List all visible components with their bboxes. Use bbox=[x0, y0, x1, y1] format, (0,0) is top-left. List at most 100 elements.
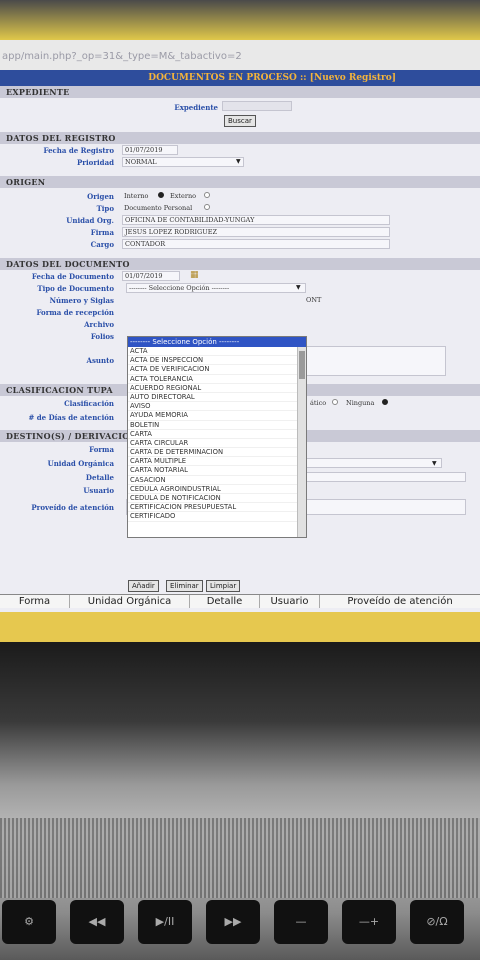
archivo-label: Archivo bbox=[84, 320, 114, 329]
dropdown-option[interactable]: AYUDA MEMORIA bbox=[128, 411, 298, 421]
dropdown-option[interactable]: CERTIFICACION PRESUPUESTAL bbox=[128, 503, 298, 513]
origen-label: Origen bbox=[87, 192, 114, 201]
tipo-origen-label: Tipo bbox=[96, 204, 114, 213]
fecha-registro-label: Fecha de Registro bbox=[43, 146, 114, 155]
dropdown-option[interactable]: ACUERDO REGIONAL bbox=[128, 384, 298, 393]
chevron-down-icon: ▼ bbox=[296, 284, 301, 291]
cargo-field[interactable]: CONTADOR bbox=[122, 239, 390, 249]
keyboard-key: ▶/II bbox=[138, 900, 192, 944]
tipo-origen-value: Documento Personal bbox=[124, 204, 193, 212]
remove-button[interactable]: Eliminar bbox=[166, 580, 203, 592]
column-unidad-organica: Unidad Orgánica bbox=[70, 595, 190, 608]
keyboard-function-row: ⚙ ◀◀ ▶/II ▶▶ — —+ ⊘/Ω bbox=[0, 900, 480, 960]
ninguna-radio[interactable] bbox=[382, 399, 388, 405]
ninguna-label: Ninguna bbox=[346, 399, 375, 407]
tipo-documento-select[interactable]: -------- Seleccione Opción -------- bbox=[126, 283, 306, 293]
destino-proveido-label: Proveído de atención bbox=[31, 503, 114, 512]
browser-screen: app/main.php?_op=31&_type=M&_tabactivo=2… bbox=[0, 40, 480, 612]
fecha-documento-row: Fecha de Documento 01/07/2019 ▦ bbox=[0, 270, 480, 282]
interno-radio[interactable] bbox=[158, 192, 164, 198]
prioridad-select[interactable]: NORMAL bbox=[122, 157, 244, 167]
automatico-label: ático bbox=[310, 399, 327, 407]
tipo-documento-row: Tipo de Documento -------- Seleccione Op… bbox=[0, 282, 480, 294]
dropdown-scrollbar[interactable] bbox=[297, 347, 306, 537]
dropdown-option[interactable]: CERTIFICADO bbox=[128, 512, 298, 522]
interno-label: Interno bbox=[124, 192, 149, 200]
dropdown-option[interactable]: CEDULA DE NOTIFICACION bbox=[128, 494, 298, 504]
speaker-grille bbox=[0, 818, 480, 898]
dropdown-options: ACTA ACTA DE INSPECCION ACTA DE VERIFICACI… bbox=[128, 347, 298, 522]
externo-radio[interactable] bbox=[204, 192, 210, 198]
numero-row: Número y Siglas ONT bbox=[0, 294, 480, 306]
keyboard-key: ⊘/Ω bbox=[410, 900, 464, 944]
expediente-row: Expediente bbox=[0, 98, 480, 114]
dropdown-option[interactable]: CARTA MULTIPLE bbox=[128, 457, 298, 467]
dropdown-option[interactable]: BOLETIN bbox=[128, 421, 298, 430]
forma-recepcion-label: Forma de recepción bbox=[36, 308, 114, 317]
fecha-registro-row: Fecha de Registro 01/07/2019 bbox=[0, 144, 480, 156]
asunto-textarea[interactable] bbox=[300, 346, 446, 376]
tipo-documento-label: Tipo de Documento bbox=[37, 284, 114, 293]
firma-field[interactable]: JESUS LOPEZ RODRIGUEZ bbox=[122, 227, 390, 237]
calendar-icon[interactable]: ▦ bbox=[190, 270, 199, 280]
firma-label: Firma bbox=[90, 228, 114, 237]
section-origen: ORIGEN bbox=[0, 176, 480, 188]
dias-label: # de Días de atención bbox=[28, 413, 114, 422]
dropdown-option[interactable]: CARTA NOTARIAL bbox=[128, 466, 298, 476]
column-usuario: Usuario bbox=[260, 595, 320, 608]
fecha-registro-field[interactable]: 01/07/2019 bbox=[122, 145, 178, 155]
unidad-org-label: Unidad Org. bbox=[66, 216, 114, 225]
keyboard-key: ◀◀ bbox=[70, 900, 124, 944]
clasificacion-label: Clasificación bbox=[64, 399, 114, 408]
tipo-checkbox[interactable] bbox=[204, 204, 210, 210]
section-expediente: EXPEDIENTE bbox=[0, 86, 480, 98]
dropdown-option[interactable]: ACTA DE VERIFICACION bbox=[128, 365, 298, 375]
dropdown-option[interactable]: ACTA bbox=[128, 347, 298, 357]
unidad-org-row: Unidad Org. OFICINA DE CONTABILIDAD-YUNG… bbox=[0, 214, 480, 226]
tipo-documento-dropdown[interactable]: -------- Seleccione Opción -------- ACTA… bbox=[127, 336, 307, 538]
dropdown-option[interactable]: ACTA TOLERANCIA bbox=[128, 375, 298, 384]
chevron-down-icon: ▼ bbox=[432, 460, 437, 467]
section-registro: DATOS DEL REGISTRO bbox=[0, 132, 480, 144]
prioridad-label: Prioridad bbox=[77, 158, 114, 167]
automatico-radio[interactable] bbox=[332, 399, 338, 405]
column-detalle: Detalle bbox=[190, 595, 260, 608]
expediente-label: Expediente bbox=[174, 103, 218, 112]
page-title: DOCUMENTOS EN PROCESO :: [Nuevo Registro… bbox=[0, 70, 480, 86]
photo-background-top bbox=[0, 0, 480, 40]
destino-unidad-select[interactable] bbox=[306, 458, 442, 468]
fecha-documento-label: Fecha de Documento bbox=[31, 272, 114, 281]
dropdown-option[interactable]: CEDULA AGROINDUSTRIAL bbox=[128, 485, 298, 494]
clear-button[interactable]: Limpiar bbox=[206, 580, 241, 592]
dropdown-option[interactable]: CARTA bbox=[128, 430, 298, 439]
archivo-row: Archivo bbox=[0, 318, 480, 330]
add-button[interactable]: Añadir bbox=[128, 580, 159, 592]
expediente-input[interactable] bbox=[222, 101, 292, 111]
dropdown-option[interactable]: CASACION bbox=[128, 476, 298, 485]
tipo-origen-row: Tipo Documento Personal bbox=[0, 202, 480, 214]
numero-label: Número y Siglas bbox=[49, 296, 114, 305]
unidad-org-field[interactable]: OFICINA DE CONTABILIDAD-YUNGAY bbox=[122, 215, 390, 225]
keyboard-key: —+ bbox=[342, 900, 396, 944]
origen-row: Origen Interno Externo bbox=[0, 188, 480, 202]
destino-detalle-input[interactable] bbox=[306, 472, 466, 482]
asunto-label: Asunto bbox=[86, 356, 114, 365]
column-forma: Forma bbox=[0, 595, 70, 608]
dropdown-option[interactable]: ACTA DE INSPECCION bbox=[128, 356, 298, 366]
dropdown-selected-option[interactable]: -------- Seleccione Opción -------- bbox=[128, 337, 306, 347]
dropdown-option[interactable]: CARTA CIRCULAR bbox=[128, 439, 298, 449]
dropdown-option[interactable]: CARTA DE DETERMINACION bbox=[128, 448, 298, 458]
keyboard-key: — bbox=[274, 900, 328, 944]
firma-row: Firma JESUS LOPEZ RODRIGUEZ bbox=[0, 226, 480, 238]
numero-suffix: ONT bbox=[306, 296, 322, 304]
dropdown-option[interactable]: AVISO bbox=[128, 402, 298, 412]
fecha-documento-field[interactable]: 01/07/2019 bbox=[122, 271, 180, 281]
destino-detalle-label: Detalle bbox=[85, 473, 114, 482]
url-bar[interactable]: app/main.php?_op=31&_type=M&_tabactivo=2 bbox=[0, 40, 480, 70]
buscar-button[interactable]: Buscar bbox=[224, 115, 256, 127]
forma-recepcion-row: Forma de recepción bbox=[0, 306, 480, 318]
prioridad-row: Prioridad NORMAL ▼ bbox=[0, 156, 480, 168]
scrollbar-thumb[interactable] bbox=[299, 351, 305, 379]
buscar-row: Buscar bbox=[0, 114, 480, 130]
dropdown-option[interactable]: AUTO DIRECTORAL bbox=[128, 393, 298, 403]
